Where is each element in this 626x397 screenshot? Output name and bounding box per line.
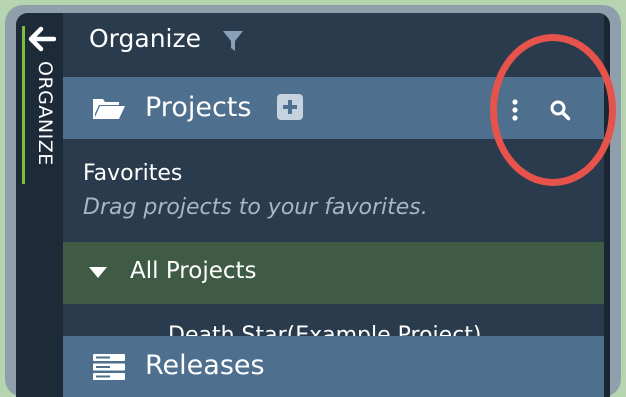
plus-square-icon[interactable] xyxy=(277,94,303,120)
folder-open-icon xyxy=(93,99,125,119)
all-projects-row[interactable]: All Projects xyxy=(63,242,604,304)
favorites-heading: Favorites xyxy=(83,161,183,186)
highlight-annotation-circle xyxy=(490,34,616,186)
arrow-left-icon[interactable] xyxy=(28,25,56,53)
side-rail: ORGANIZE xyxy=(16,13,63,397)
releases-section-header[interactable]: Releases xyxy=(63,336,604,397)
projects-label: Projects xyxy=(145,92,252,123)
releases-label: Releases xyxy=(145,350,265,381)
favorites-hint: Drag projects to your favorites. xyxy=(83,195,428,220)
all-projects-label: All Projects xyxy=(130,258,257,284)
caret-down-icon[interactable] xyxy=(89,267,107,279)
server-stack-icon xyxy=(93,354,125,380)
filter-icon[interactable] xyxy=(223,31,243,51)
panel-title: Organize xyxy=(89,24,201,53)
rail-label[interactable]: ORGANIZE xyxy=(34,61,56,166)
rail-accent-bar xyxy=(22,26,25,184)
